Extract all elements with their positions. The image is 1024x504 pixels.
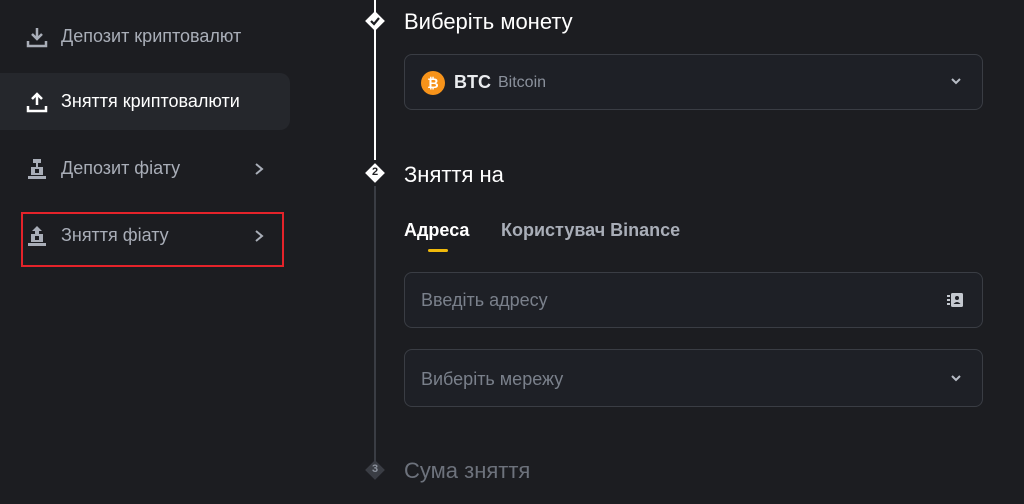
address-book-icon[interactable] [946, 291, 964, 309]
address-input[interactable]: Введіть адресу [404, 272, 983, 328]
sidebar-item-label: Депозит фіату [61, 158, 181, 178]
tab-binance-user[interactable]: Користувач Binance [501, 220, 680, 241]
sidebar-item-label: Зняття криптовалюти [61, 91, 240, 111]
step-2-marker: 2 [363, 161, 387, 185]
network-placeholder: Виберіть мережу [421, 369, 564, 389]
step-2-number: 2 [371, 166, 379, 178]
chevron-down-icon [951, 78, 961, 85]
fiat-deposit-icon [26, 158, 48, 180]
address-placeholder: Введіть адресу [421, 290, 548, 310]
step-connector-pending [374, 186, 376, 462]
upload-icon [26, 91, 48, 113]
coin-symbol: BTC [454, 72, 491, 92]
bitcoin-icon: ₿ [421, 71, 445, 95]
chevron-right-icon [255, 162, 264, 175]
sidebar-item-label: Депозит криптовалют [61, 26, 242, 46]
sidebar-item-crypto-deposit[interactable]: Депозит криптовалют [0, 8, 290, 65]
coin-name: Bitcoin [498, 74, 547, 91]
step-1-title: Виберіть монету [404, 9, 573, 34]
active-tab-indicator [428, 249, 448, 252]
chevron-down-icon [951, 375, 961, 382]
highlight-box [21, 212, 284, 267]
step-3-marker: 3 [363, 458, 387, 482]
step-3-title: Сума зняття [404, 458, 531, 483]
step-3-number: 3 [371, 463, 379, 475]
download-icon [26, 26, 48, 48]
tab-address[interactable]: Адреса [404, 220, 469, 241]
sidebar-item-fiat-deposit[interactable]: Депозит фіату [0, 140, 290, 197]
sidebar-item-crypto-withdraw[interactable]: Зняття криптовалюти [0, 73, 290, 130]
network-select[interactable]: Виберіть мережу [404, 349, 983, 407]
step-done-icon [365, 11, 385, 31]
step-2-title: Зняття на [404, 162, 504, 187]
coin-select[interactable]: ₿ BTC Bitcoin [404, 54, 983, 110]
